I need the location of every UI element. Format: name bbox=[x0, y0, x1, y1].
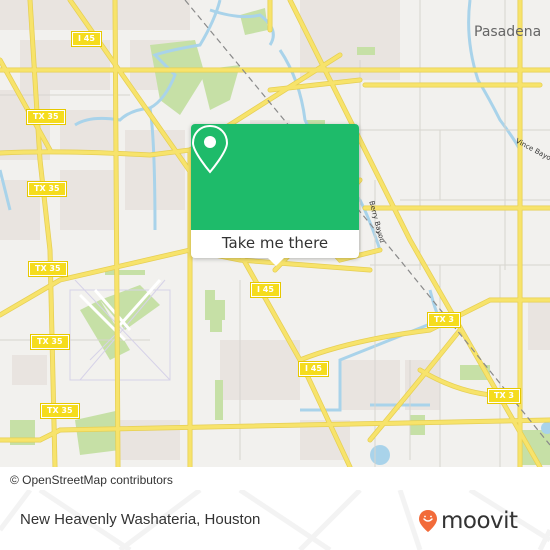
highway-shield-i45: I 45 bbox=[250, 282, 281, 298]
highway-shield-i45: I 45 bbox=[298, 361, 329, 377]
highway-shield-tx35: TX 35 bbox=[27, 181, 67, 197]
map-pin-icon bbox=[191, 124, 229, 174]
location-popup: Take me there bbox=[191, 124, 359, 266]
highway-shield-tx35: TX 35 bbox=[28, 261, 68, 277]
place-label-pasadena: Pasadena bbox=[474, 24, 542, 40]
map-view[interactable]: I 45 TX 35 TX 35 TX 35 TX 35 TX 35 I 45 … bbox=[0, 0, 550, 467]
highway-shield-tx35: TX 35 bbox=[40, 403, 80, 419]
highway-shield-i45: I 45 bbox=[71, 31, 102, 47]
take-me-there-button[interactable]: Take me there bbox=[191, 230, 359, 258]
map-attribution[interactable]: © OpenStreetMap contributors bbox=[0, 470, 212, 490]
highway-shield-tx3: TX 3 bbox=[427, 312, 461, 328]
highway-shield-tx35: TX 35 bbox=[30, 334, 70, 350]
place-name: New Heavenly Washateria, Houston bbox=[20, 511, 261, 528]
popup-tail bbox=[267, 257, 285, 266]
popup-header[interactable] bbox=[191, 124, 359, 230]
footer-bar: New Heavenly Washateria, Houston moovit bbox=[0, 490, 550, 550]
moovit-wordmark: moovit bbox=[441, 508, 518, 534]
highway-shield-tx3: TX 3 bbox=[487, 388, 521, 404]
highway-shield-tx35: TX 35 bbox=[26, 109, 66, 125]
moovit-logo[interactable]: moovit bbox=[418, 509, 518, 533]
moovit-pin-icon bbox=[419, 510, 437, 532]
